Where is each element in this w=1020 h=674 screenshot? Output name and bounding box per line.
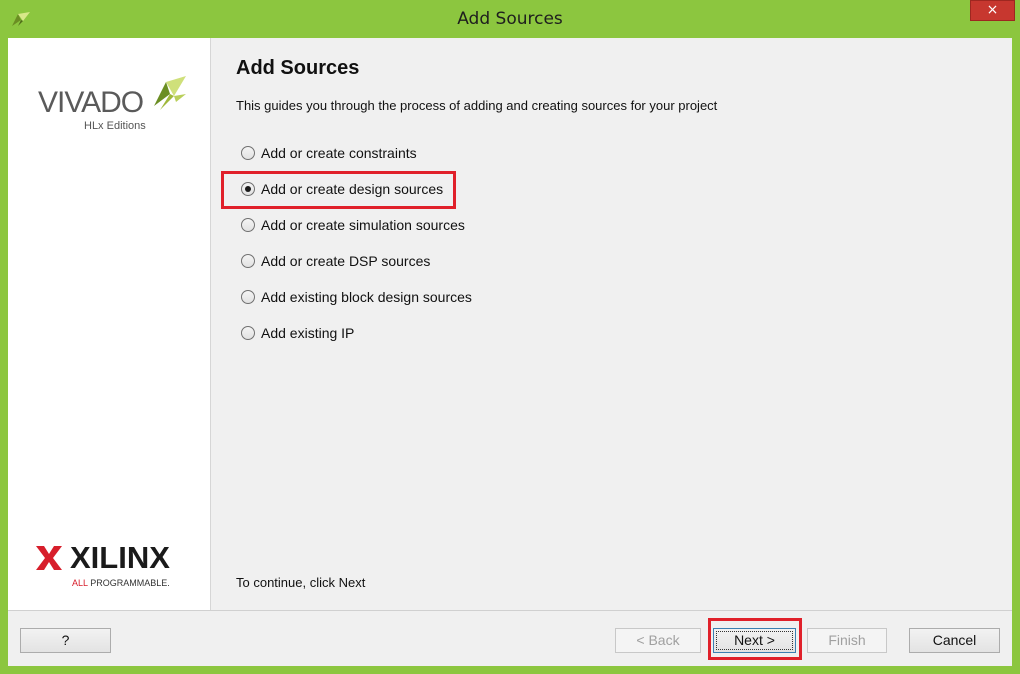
close-button[interactable]: × bbox=[970, 0, 1015, 21]
vivado-logo-mark bbox=[154, 76, 186, 110]
radio-button[interactable] bbox=[241, 254, 255, 268]
cancel-button[interactable]: Cancel bbox=[909, 628, 1000, 653]
option-label: Add existing block design sources bbox=[261, 289, 472, 305]
vivado-logo-text: VIVADO bbox=[38, 86, 144, 119]
option-add-constraints[interactable]: Add or create constraints bbox=[241, 142, 417, 164]
xilinx-logo-text: XILINX bbox=[70, 540, 170, 575]
next-button-highlight-box bbox=[708, 618, 802, 660]
option-label: Add or create DSP sources bbox=[261, 253, 431, 269]
xilinx-tagline: ALL PROGRAMMABLE. bbox=[72, 578, 170, 588]
radio-button[interactable] bbox=[241, 218, 255, 232]
title-bar[interactable]: Add Sources × bbox=[0, 0, 1020, 38]
help-button[interactable]: ? bbox=[20, 628, 111, 653]
option-label: Add or create simulation sources bbox=[261, 217, 465, 233]
vivado-edition-text: HLx Editions bbox=[84, 120, 146, 132]
window-title: Add Sources bbox=[457, 9, 563, 29]
radio-button[interactable] bbox=[241, 326, 255, 340]
wizard-content: Add Sources This guides you through the … bbox=[211, 38, 1012, 610]
option-add-block-design-sources[interactable]: Add existing block design sources bbox=[241, 286, 472, 308]
page-title: Add Sources bbox=[236, 57, 360, 79]
option-add-simulation-sources[interactable]: Add or create simulation sources bbox=[241, 214, 465, 236]
xilinx-logo: XILINX ALL PROGRAMMABLE. bbox=[34, 540, 199, 592]
option-label: Add existing IP bbox=[261, 325, 355, 341]
option-add-dsp-sources[interactable]: Add or create DSP sources bbox=[241, 250, 430, 272]
radio-button[interactable] bbox=[241, 290, 255, 304]
wizard-sidebar: VIVADO HLx Editions XILINX ALL PROGRAMMA… bbox=[8, 38, 211, 610]
page-description: This guides you through the process of a… bbox=[236, 98, 718, 113]
xilinx-logo-mark bbox=[36, 546, 62, 570]
finish-button[interactable]: Finish bbox=[807, 628, 887, 653]
option-add-existing-ip[interactable]: Add existing IP bbox=[241, 322, 354, 344]
radio-button[interactable] bbox=[241, 146, 255, 160]
design-sources-highlight-box bbox=[221, 171, 456, 209]
close-icon: × bbox=[986, 2, 999, 18]
back-button[interactable]: < Back bbox=[615, 628, 701, 653]
vivado-logo: VIVADO HLx Editions bbox=[38, 72, 193, 134]
footer-separator bbox=[8, 610, 1012, 611]
continue-hint: To continue, click Next bbox=[236, 575, 366, 590]
add-sources-window: Add Sources × VIVADO HLx Editions XILINX… bbox=[0, 0, 1020, 674]
option-label: Add or create constraints bbox=[261, 145, 417, 161]
dialog-client-area: VIVADO HLx Editions XILINX ALL PROGRAMMA… bbox=[8, 38, 1012, 666]
